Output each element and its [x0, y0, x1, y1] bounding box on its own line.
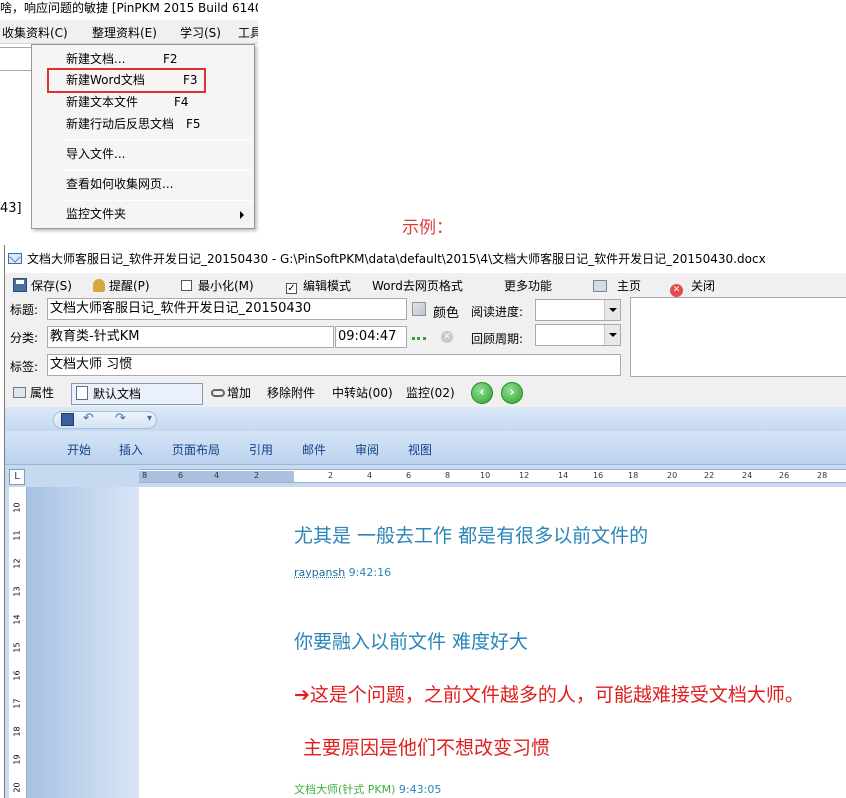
transit-station-button[interactable]: 中转站(00): [332, 383, 393, 405]
category-input[interactable]: 教育类-针式KM: [47, 326, 334, 348]
submenu-arrow-icon: [240, 211, 244, 219]
clear-icon[interactable]: ✕: [441, 331, 453, 343]
title-input[interactable]: 文档大师客服日记_软件开发日记_20150430: [47, 298, 407, 320]
fragment-input[interactable]: [0, 47, 32, 71]
menu-item-new-reflection-doc[interactable]: 新建行动后反思文档 F5: [32, 113, 254, 135]
bell-icon: [93, 279, 105, 292]
doc-toolbar: 保存(S) 提醒(P) 最小化(M) ✓ 编辑模式 Word去网页格式 更多功能 …: [5, 273, 846, 297]
title-label: 标题:: [10, 303, 39, 317]
side-notes-box[interactable]: [630, 297, 846, 377]
fragment-partial-text: 43]: [0, 201, 22, 216]
vertical-ruler: 10 11 12 13 14 15 16 17 18 19 20: [9, 487, 27, 798]
horizontal-ruler[interactable]: 8 6 4 2 2 4 6 8 10 12 14 16 18 20 22 24: [139, 469, 846, 483]
reading-progress-label: 阅读进度:: [471, 305, 524, 319]
redo-icon[interactable]: ↷: [115, 411, 126, 426]
add-attachment-button[interactable]: 增加: [211, 383, 251, 405]
close-button[interactable]: ✕ 关闭: [670, 277, 715, 297]
doc-line-6: 文档大师(针式 PKM) 9:43:05: [294, 783, 442, 796]
menu-learn[interactable]: 学习(S): [180, 24, 221, 41]
tree-icon[interactable]: [412, 328, 426, 340]
edit-mode-checkbox[interactable]: ✓ 编辑模式: [286, 277, 351, 294]
chevron-down-icon: [604, 325, 620, 345]
menu-item-how-collect-web[interactable]: 查看如何收集网页...: [32, 173, 254, 195]
page-gutter: [27, 487, 139, 798]
document-page[interactable]: 尤其是 一般去工作 都是有很多以前文件的 raypansh 9:42:16 你要…: [139, 487, 846, 798]
ribbon-tabs: 开始 插入 页面布局 引用 邮件 审阅 视图: [5, 431, 846, 465]
review-cycle-select[interactable]: [535, 324, 621, 346]
ribbon-tab-layout[interactable]: 页面布局: [172, 441, 220, 458]
tab-stop-selector[interactable]: L: [9, 469, 25, 485]
doc-line-5: 主要原因是他们不想改变习惯: [303, 737, 551, 759]
ribbon-tab-view[interactable]: 视图: [408, 441, 432, 458]
remind-button[interactable]: 提醒(P): [93, 277, 150, 294]
color-icon: [412, 302, 426, 316]
forward-arrow-icon[interactable]: ›: [501, 382, 523, 404]
time-input[interactable]: 09:04:47: [335, 326, 407, 348]
menu-item-monitor-folder[interactable]: 监控文件夹: [32, 203, 254, 225]
ribbon-tab-references[interactable]: 引用: [249, 441, 273, 458]
monitor-button[interactable]: 监控(02): [406, 383, 455, 405]
ribbon-tab-home[interactable]: 开始: [67, 441, 91, 458]
reading-progress-select[interactable]: [535, 299, 621, 321]
word-web-format-button[interactable]: Word去网页格式: [372, 277, 463, 294]
quick-access-toolbar: ↶ ↷ ▾: [5, 407, 846, 431]
menu-collect[interactable]: 收集资料(C): [2, 24, 68, 41]
menu-tools[interactable]: 工具: [238, 24, 258, 41]
minimize-checkbox[interactable]: 最小化(M): [181, 277, 254, 294]
tags-input[interactable]: 文档大师 习惯: [47, 354, 621, 376]
chevron-down-icon: [604, 300, 620, 320]
window-app-icon: [8, 253, 22, 264]
category-label: 分类:: [10, 331, 39, 345]
customize-qat-icon[interactable]: ▾: [147, 413, 152, 424]
doc-tabbar: 属性 默认文档 增加 移除附件 中转站(00) 监控(02) ‹ ›: [5, 379, 846, 407]
close-icon: ✕: [670, 284, 683, 297]
pinpkm-menubar: 收集资料(C) 整理资料(E) 学习(S) 工具: [0, 20, 258, 44]
save-button[interactable]: 保存(S): [13, 277, 72, 294]
paperclip-icon: [211, 389, 225, 397]
more-functions-button[interactable]: 更多功能: [504, 277, 552, 294]
example-label: 示例：: [402, 218, 453, 238]
menu-item-import-file[interactable]: 导入文件...: [32, 143, 254, 165]
properties-icon: [13, 387, 26, 398]
home-icon: [593, 280, 607, 292]
doc-line-4: ➔这是个问题，之前文件越多的人，可能越难接受文档大师。: [294, 684, 804, 706]
checkbox-icon: [181, 280, 192, 291]
window-titlebar: 文档大师客服日记_软件开发日记_20150430 - G:\PinSoftPKM…: [5, 245, 846, 273]
ruler-row: L 8 6 4 2 2 4 6 8 10 12 14 16 18 20 22 2…: [5, 465, 846, 487]
review-cycle-label: 回顾周期:: [471, 332, 524, 346]
screenshot-root: 啥，响应问题的敏捷 [PinPKM 2015 Build 6140] 收集资料(…: [0, 0, 846, 798]
menu-separator: [62, 200, 252, 201]
tags-label: 标签:: [10, 360, 39, 374]
ribbon-tab-review[interactable]: 审阅: [355, 441, 379, 458]
ribbon-tab-insert[interactable]: 插入: [119, 441, 143, 458]
highlight-box: [47, 68, 206, 93]
checkbox-checked-icon: ✓: [286, 283, 297, 294]
back-arrow-icon[interactable]: ‹: [471, 382, 493, 404]
remove-attachment-button[interactable]: 移除附件: [267, 383, 315, 405]
menu-separator: [62, 170, 252, 171]
save-icon: [13, 278, 27, 292]
tab-properties[interactable]: 属性: [13, 383, 54, 405]
document-window: 文档大师客服日记_软件开发日记_20150430 - G:\PinSoftPKM…: [4, 245, 846, 798]
menu-organize[interactable]: 整理资料(E): [92, 24, 157, 41]
menu-item-new-text-file[interactable]: 新建文本文件 F4: [32, 91, 254, 113]
tab-default-doc[interactable]: 默认文档: [71, 383, 203, 405]
menu-separator: [62, 140, 252, 141]
document-icon: [76, 386, 88, 400]
word-save-icon[interactable]: [61, 413, 74, 426]
home-button[interactable]: 主页: [593, 277, 641, 294]
pinpkm-title-fragment: 啥，响应问题的敏捷 [PinPKM 2015 Build 6140]: [0, 0, 258, 20]
ribbon-tab-mailings[interactable]: 邮件: [302, 441, 326, 458]
undo-icon[interactable]: ↶: [83, 411, 94, 426]
window-title: 文档大师客服日记_软件开发日记_20150430 - G:\PinSoftPKM…: [27, 252, 766, 266]
word-editor: ↶ ↷ ▾ 开始 插入 页面布局 引用 邮件 审阅 视图 L 8 6 4 2 2…: [5, 407, 846, 798]
doc-line-2: raypansh 9:42:16: [294, 566, 392, 579]
menu-item-new-doc[interactable]: 新建文档... F2: [32, 48, 254, 70]
color-button[interactable]: 颜色: [433, 302, 459, 321]
doc-line-1: 尤其是 一般去工作 都是有很多以前文件的: [294, 525, 649, 547]
doc-line-3: 你要融入以前文件 难度好大: [294, 631, 529, 653]
